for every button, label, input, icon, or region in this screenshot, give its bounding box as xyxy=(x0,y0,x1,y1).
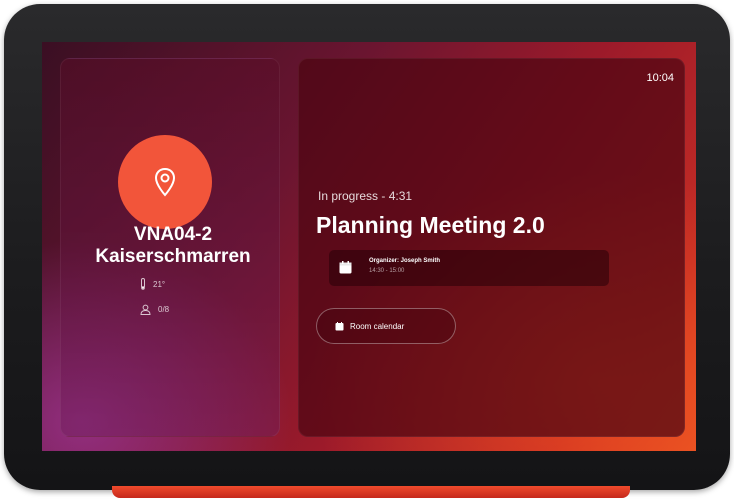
room-calendar-label: Room calendar xyxy=(350,321,405,331)
location-badge xyxy=(118,135,212,229)
room-name-line1: VNA04-2 xyxy=(133,224,213,245)
room-calendar-button[interactable]: Room calendar xyxy=(316,308,456,344)
occupancy-row: 0/8 xyxy=(140,304,169,315)
calendar-icon-wrap xyxy=(339,261,352,279)
clock: 10:04 xyxy=(646,72,674,84)
temperature-row: 21° xyxy=(140,278,165,290)
organizer-name: Organizer: Joseph Smith xyxy=(369,258,441,264)
meeting-panel xyxy=(298,58,685,437)
calendar-icon xyxy=(339,261,352,274)
meeting-status: In progress - 4:31 xyxy=(318,189,413,203)
location-pin-icon xyxy=(154,167,176,197)
calendar-icon xyxy=(335,321,344,330)
temperature-value: 21° xyxy=(153,279,166,289)
occupancy-value: 0/8 xyxy=(158,305,170,314)
device-stand xyxy=(112,486,630,498)
device-screen: VNA04-2 Kaiserschmarren 21° 0/8 10:04 In… xyxy=(42,42,696,451)
person-icon xyxy=(140,304,151,315)
organizer-card[interactable]: Organizer: Joseph Smith 14:30 - 15:00 xyxy=(329,250,609,286)
room-name-line2: Kaiserschmarren xyxy=(95,246,251,267)
meeting-time: 14:30 - 15:00 xyxy=(369,268,405,274)
meeting-title: Planning Meeting 2.0 xyxy=(316,212,545,238)
thermometer-icon xyxy=(141,278,145,290)
